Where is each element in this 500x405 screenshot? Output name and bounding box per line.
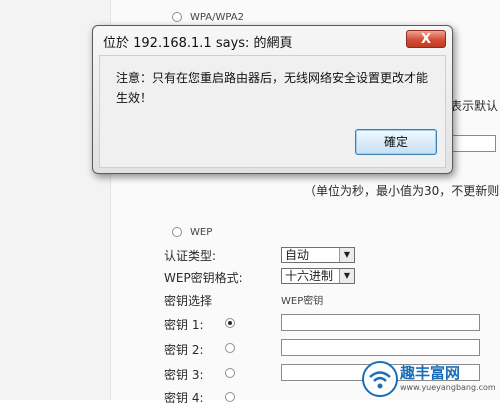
partial-input-field[interactable] xyxy=(452,135,496,152)
key3-label: 密钥 3: xyxy=(164,368,204,382)
wifi-logo-icon xyxy=(362,361,398,397)
wep-label: WEP xyxy=(190,227,213,238)
key4-radio[interactable] xyxy=(225,392,235,402)
key2-radio[interactable] xyxy=(225,343,235,353)
wep-key-label: WEP密钥 xyxy=(281,296,324,307)
key-format-label: WEP密钥格式: xyxy=(164,271,243,285)
key2-label: 密钥 2: xyxy=(164,343,204,357)
key2-input[interactable] xyxy=(281,339,480,356)
key3-radio[interactable] xyxy=(225,368,235,378)
watermark-url: www.yueyangbang.com xyxy=(400,383,496,392)
close-icon: X xyxy=(420,32,432,47)
key4-label: 密钥 4: xyxy=(164,391,204,405)
key1-label: 密钥 1: xyxy=(164,318,204,332)
key-format-select[interactable]: 十六进制 ▼ xyxy=(281,268,355,284)
key1-input[interactable] xyxy=(281,314,480,331)
watermark-text: 趣丰富网 xyxy=(400,364,461,382)
close-button[interactable]: X xyxy=(406,30,446,48)
key1-radio[interactable] xyxy=(225,318,235,328)
alert-dialog: 位於 192.168.1.1 says: 的網頁 X 注意：只有在您重启路由器后… xyxy=(92,25,453,174)
partial-right-text: 表示默认 xyxy=(450,99,499,113)
wpa-radio[interactable] xyxy=(172,12,182,22)
auth-type-value: 自动 xyxy=(285,248,310,262)
dialog-content: 注意：只有在您重启路由器后，无线网络安全设置更改才能生效！ 確定 xyxy=(99,55,446,168)
dialog-message: 注意：只有在您重启路由器后，无线网络安全设置更改才能生效！ xyxy=(116,71,429,105)
wep-radio[interactable] xyxy=(172,227,182,237)
wpa-label: WPA/WPA2 xyxy=(190,12,244,23)
dialog-title: 位於 192.168.1.1 says: 的網頁 xyxy=(103,36,293,51)
key-select-label: 密钥选择 xyxy=(164,294,213,308)
auth-type-label: 认证类型: xyxy=(164,249,217,263)
ok-button[interactable]: 確定 xyxy=(355,129,437,155)
dropdown-arrow-icon: ▼ xyxy=(339,269,354,283)
dropdown-arrow-icon: ▼ xyxy=(339,248,354,262)
site-watermark: 趣丰富网 www.yueyangbang.com xyxy=(360,358,500,400)
update-interval-hint: （单位为秒，最小值为30，不更新则为 xyxy=(304,184,500,198)
key-format-value: 十六进制 xyxy=(285,269,334,283)
dialog-titlebar[interactable]: 位於 192.168.1.1 says: 的網頁 X xyxy=(93,26,452,54)
auth-type-select[interactable]: 自动 ▼ xyxy=(281,247,355,263)
